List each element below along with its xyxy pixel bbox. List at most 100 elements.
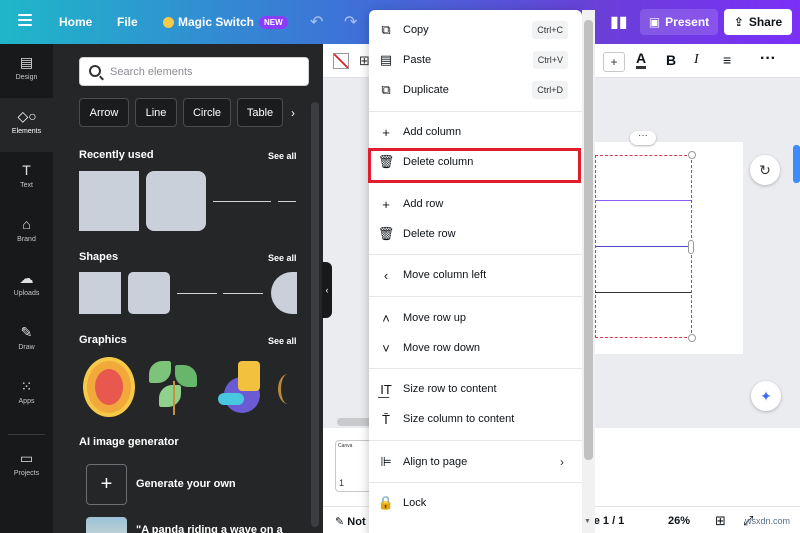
fill-color-icon[interactable] (333, 53, 349, 69)
panel-scrollbar[interactable] (311, 102, 319, 527)
vertical-scrollbar[interactable] (793, 145, 800, 183)
undo-icon[interactable]: ↶ (310, 12, 323, 32)
menu-icon[interactable] (18, 14, 32, 26)
text-color-icon[interactable]: A (636, 50, 647, 69)
menu-item-size-column-to-content[interactable]: T̄ Size column to content (369, 405, 582, 433)
font-size-increase-button[interactable]: + (603, 52, 625, 72)
redo-icon[interactable]: ↷ (344, 12, 357, 32)
recent-rounded-square[interactable] (146, 171, 206, 231)
menu-scrollbar[interactable] (584, 20, 593, 460)
context-menu: ⧉ Copy Ctrl+C ▤ Paste Ctrl+V ⧉ Duplicate… (369, 10, 582, 533)
graphic-partial[interactable] (278, 374, 298, 404)
menu-item-add-column[interactable]: + Add column (369, 118, 582, 146)
copy-icon: ⧉ (381, 22, 391, 37)
menu-item-paste[interactable]: ▤ Paste Ctrl+V (369, 46, 582, 74)
present-button[interactable]: ▣ Present (640, 9, 718, 35)
menu-item-size-row-to-content[interactable]: I͟T Size row to content (369, 375, 582, 403)
menu-item-move-row-down[interactable]: ˅ Move row down (369, 334, 582, 362)
chip-table[interactable]: Table (237, 98, 283, 127)
rail-item-elements[interactable]: ◇○ Elements (0, 98, 53, 152)
shortcut-badge: Ctrl+V (532, 51, 568, 69)
menu-item-move-column-left[interactable]: ‹ Move column left (369, 261, 582, 289)
plus-icon: + (382, 196, 390, 212)
menu-label: Move row up (403, 312, 466, 324)
share-icon: ⇪ (733, 15, 744, 29)
rail-item-uploads[interactable]: ☁ Uploads (0, 260, 53, 314)
search-placeholder: Search elements (110, 66, 193, 78)
menu-item-move-row-up[interactable]: ˄ Move row up (369, 304, 582, 332)
chevron-left-icon: ‹ (383, 267, 389, 283)
collapse-panel-handle[interactable]: ‹ (322, 262, 332, 318)
chip-line[interactable]: Line (135, 98, 177, 127)
shape-square[interactable] (79, 272, 121, 314)
menu-item-copy[interactable]: ⧉ Copy Ctrl+C (369, 16, 582, 44)
rail-item-apps[interactable]: ⁙ Apps (0, 368, 53, 422)
menu-item-add-row[interactable]: + Add row (369, 190, 582, 218)
menu-item-delete-row[interactable]: 🗑 Delete row (369, 220, 582, 248)
ai-generator-title: AI image generator (79, 436, 179, 448)
graphics-title: Graphics (79, 334, 127, 346)
paste-icon: ▤ (379, 52, 393, 67)
rail-item-projects[interactable]: ▭ Projects (0, 440, 53, 494)
more-options-icon[interactable]: ··· (760, 50, 776, 68)
shape-arrow[interactable] (223, 293, 263, 294)
magic-switch-button[interactable]: Magic Switch NEW (163, 15, 288, 30)
notes-button[interactable]: ✎ Not (335, 515, 366, 528)
grid-view-icon[interactable]: ⊞ (715, 513, 726, 529)
panda-thumbnail[interactable] (86, 517, 127, 533)
analytics-icon[interactable]: ▮▮ (610, 12, 628, 32)
recent-line[interactable] (213, 201, 271, 202)
recent-square[interactable] (79, 171, 139, 231)
rail-item-text[interactable]: T Text (0, 152, 53, 206)
search-input[interactable]: Search elements (79, 57, 309, 86)
resize-handle[interactable] (688, 334, 696, 342)
resize-handle[interactable] (688, 151, 696, 159)
menu-label: Lock (403, 497, 427, 509)
chip-arrow[interactable]: Arrow (79, 98, 129, 127)
table-row-divider (595, 200, 691, 201)
chip-circle[interactable]: Circle (183, 98, 231, 127)
menu-item-duplicate[interactable]: ⧉ Duplicate Ctrl+D (369, 76, 582, 104)
resize-handle[interactable] (688, 240, 694, 254)
graphic-sunset[interactable] (83, 357, 135, 417)
graphics-see-all[interactable]: See all (268, 336, 297, 346)
refresh-icon[interactable]: ↻ (750, 155, 780, 185)
rail-item-draw[interactable]: ✎ Draw (0, 314, 53, 368)
generate-plus-button[interactable]: + (86, 464, 127, 505)
menu-label: Add column (403, 126, 462, 138)
menu-item-align-to-page[interactable]: ⊫ Align to page › (369, 448, 582, 476)
recent-arrow[interactable] (278, 201, 296, 202)
trash-icon: 🗑 (377, 226, 395, 241)
file-menu[interactable]: File (117, 15, 138, 29)
shape-circle[interactable] (271, 272, 297, 314)
text-icon: T (22, 162, 31, 178)
align-center-icon[interactable]: ≡ (723, 52, 731, 68)
graphic-plant[interactable] (147, 359, 202, 417)
chevron-right-icon[interactable]: › (291, 106, 295, 120)
recently-used-see-all[interactable]: See all (268, 151, 297, 161)
shapes-see-all[interactable]: See all (268, 253, 297, 263)
rail-item-brand[interactable]: ⌂ Brand (0, 206, 53, 260)
bold-icon[interactable]: B (666, 52, 676, 68)
generate-your-own-label[interactable]: Generate your own (136, 478, 236, 490)
zoom-level[interactable]: 26% (668, 515, 690, 527)
thumb-page-number: 1 (339, 478, 345, 488)
graphic-character[interactable] (218, 357, 266, 417)
share-button[interactable]: ⇪ Share (724, 9, 792, 35)
watermark: wsxdn.com (745, 516, 791, 526)
shape-line[interactable] (177, 293, 217, 294)
panda-prompt-label[interactable]: "A panda riding a wave on a (136, 524, 283, 533)
italic-icon[interactable]: I (694, 52, 699, 68)
home-menu[interactable]: Home (59, 15, 92, 29)
table-more-button[interactable]: ··· (630, 131, 656, 145)
delete-column-highlight (368, 148, 581, 183)
recently-used-title: Recently used (79, 149, 154, 161)
rail-item-design[interactable]: ▤ Design (0, 44, 53, 98)
scroll-down-icon[interactable]: ▼ (584, 518, 591, 525)
rail-label: Elements (11, 128, 42, 135)
menu-item-lock[interactable]: 🔒 Lock (369, 489, 582, 517)
menu-label: Size column to content (403, 413, 515, 425)
magic-assistant-icon[interactable]: ✦ (751, 381, 781, 411)
size-row-icon: I͟T (380, 381, 392, 397)
shape-rounded-square[interactable] (128, 272, 170, 314)
